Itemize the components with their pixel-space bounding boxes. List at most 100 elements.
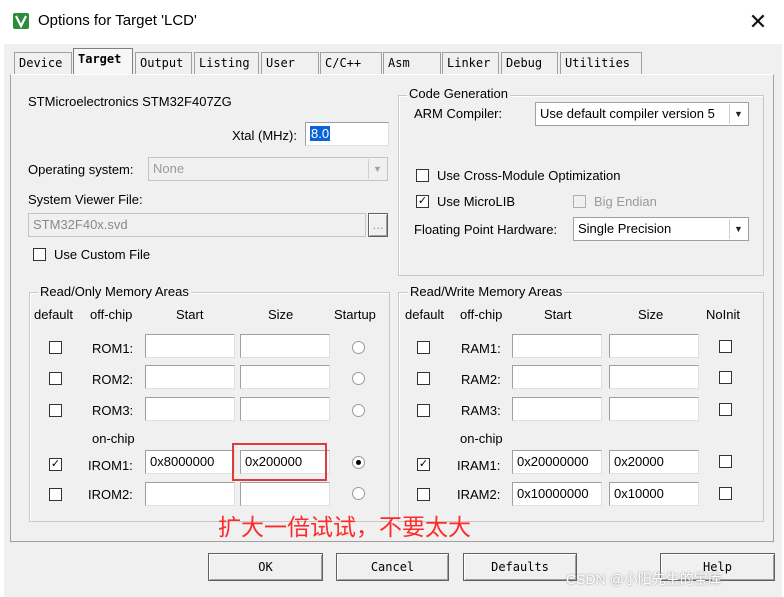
xtal-label: Xtal (MHz): xyxy=(232,128,297,143)
rom3-default-checkbox[interactable] xyxy=(49,404,62,417)
iram1-start-input[interactable]: 0x20000000 xyxy=(512,450,602,474)
ok-button[interactable]: OK xyxy=(208,553,323,581)
rom-header-start: Start xyxy=(176,307,204,322)
tab-utilities[interactable]: Utilities xyxy=(560,52,642,74)
os-select: None ▼ xyxy=(148,157,388,181)
ram3-size-input[interactable] xyxy=(609,397,699,421)
annotation-text: 扩大一倍试试，不要太大 xyxy=(218,514,471,540)
ram3-label: RAM3: xyxy=(461,403,501,418)
irom1-start-input[interactable]: 0x8000000 xyxy=(145,450,235,474)
ram1-size-input[interactable] xyxy=(609,334,699,358)
tab-debug[interactable]: Debug xyxy=(501,52,558,74)
big-endian-checkbox xyxy=(573,195,586,208)
irom1-startup-radio[interactable] xyxy=(352,456,365,469)
rom1-startup-radio[interactable] xyxy=(352,341,365,354)
tab-linker[interactable]: Linker xyxy=(442,52,499,74)
rom2-size-input[interactable] xyxy=(240,365,330,389)
rom1-default-checkbox[interactable] xyxy=(49,341,62,354)
rom3-start-input[interactable] xyxy=(145,397,235,421)
tab-user[interactable]: User xyxy=(261,52,319,74)
svd-browse-button: ... xyxy=(368,213,388,237)
ram2-size-input[interactable] xyxy=(609,365,699,389)
irom1-default-checkbox[interactable]: ✓ xyxy=(49,458,62,471)
chevron-down-icon[interactable]: ▼ xyxy=(729,219,747,239)
iram2-size-input[interactable]: 0x10000 xyxy=(609,482,699,506)
tab-cpp[interactable]: C/C++ xyxy=(320,52,382,74)
iram2-label: IRAM2: xyxy=(457,487,501,502)
ram2-default-checkbox[interactable] xyxy=(417,372,430,385)
close-icon[interactable]: ✕ xyxy=(740,6,776,38)
ram2-noinit-checkbox[interactable] xyxy=(719,371,732,384)
iram1-default-checkbox[interactable]: ✓ xyxy=(417,458,430,471)
window-title: Options for Target 'LCD' xyxy=(38,12,197,29)
ram2-start-input[interactable] xyxy=(512,365,602,389)
svd-file-field: STM32F40x.svd xyxy=(28,213,366,237)
rom-header-default: default xyxy=(34,307,74,322)
tab-listing[interactable]: Listing xyxy=(194,52,259,74)
iram2-noinit-checkbox[interactable] xyxy=(719,487,732,500)
big-endian-label: Big Endian xyxy=(594,194,657,209)
cross-module-label: Use Cross-Module Optimization xyxy=(437,168,621,183)
cancel-button[interactable]: Cancel xyxy=(336,553,449,581)
rom2-start-input[interactable] xyxy=(145,365,235,389)
os-label: Operating system: xyxy=(28,162,134,177)
ram-header-default: default xyxy=(405,307,445,322)
tab-asm[interactable]: Asm xyxy=(383,52,441,74)
rom1-size-input[interactable] xyxy=(240,334,330,358)
irom2-startup-radio[interactable] xyxy=(352,487,365,500)
ram-header-offchip: off-chip xyxy=(460,307,503,322)
ram1-default-checkbox[interactable] xyxy=(417,341,430,354)
ram1-start-input[interactable] xyxy=(512,334,602,358)
keil-uvision-icon xyxy=(13,13,29,29)
iram1-label: IRAM1: xyxy=(457,458,501,473)
ram-onchip-label: on-chip xyxy=(460,431,503,446)
iram1-noinit-checkbox[interactable] xyxy=(719,455,732,468)
chevron-down-icon: ▼ xyxy=(368,159,386,179)
rom2-label: ROM2: xyxy=(92,372,134,387)
rom3-startup-radio[interactable] xyxy=(352,404,365,417)
fpu-label: Floating Point Hardware: xyxy=(414,222,558,237)
microlib-label: Use MicroLIB xyxy=(437,194,516,209)
rom2-startup-radio[interactable] xyxy=(352,372,365,385)
xtal-input[interactable]: 8.0 xyxy=(305,122,389,146)
svd-label: System Viewer File: xyxy=(28,192,143,207)
chevron-down-icon[interactable]: ▼ xyxy=(729,104,747,124)
ram-header-size: Size xyxy=(638,307,664,322)
rom3-size-input[interactable] xyxy=(240,397,330,421)
irom2-label: IROM2: xyxy=(88,487,133,502)
rom-onchip-label: on-chip xyxy=(92,431,135,446)
rom2-default-checkbox[interactable] xyxy=(49,372,62,385)
cross-module-checkbox[interactable] xyxy=(416,169,429,182)
tab-output[interactable]: Output xyxy=(135,52,192,74)
use-custom-file-checkbox[interactable] xyxy=(33,248,46,261)
irom1-label: IROM1: xyxy=(88,458,133,473)
ram1-noinit-checkbox[interactable] xyxy=(719,340,732,353)
code-generation-title: Code Generation xyxy=(407,86,511,101)
ram-header-noinit: NoInit xyxy=(706,307,740,322)
rom-areas-title: Read/Only Memory Areas xyxy=(38,284,191,299)
rom-header-startup: Startup xyxy=(334,307,376,322)
iram2-default-checkbox[interactable] xyxy=(417,488,430,501)
ram3-noinit-checkbox[interactable] xyxy=(719,403,732,416)
fpu-value: Single Precision xyxy=(578,221,672,236)
iram2-start-input[interactable]: 0x10000000 xyxy=(512,482,602,506)
fpu-select[interactable]: Single Precision ▼ xyxy=(573,217,749,241)
ram1-label: RAM1: xyxy=(461,341,501,356)
tab-target[interactable]: Target xyxy=(73,48,133,74)
rom1-start-input[interactable] xyxy=(145,334,235,358)
rom-header-size: Size xyxy=(268,307,294,322)
tab-device[interactable]: Device xyxy=(14,52,72,74)
ram-areas-title: Read/Write Memory Areas xyxy=(408,284,565,299)
ram3-default-checkbox[interactable] xyxy=(417,404,430,417)
defaults-button[interactable]: Defaults xyxy=(463,553,577,581)
irom2-default-checkbox[interactable] xyxy=(49,488,62,501)
watermark-text: CSDN @小阳先生的宝库 xyxy=(566,571,722,587)
irom2-size-input[interactable] xyxy=(240,482,330,506)
irom2-start-input[interactable] xyxy=(145,482,235,506)
microlib-checkbox[interactable]: ✓ xyxy=(416,195,429,208)
ram3-start-input[interactable] xyxy=(512,397,602,421)
arm-compiler-value: Use default compiler version 5 xyxy=(540,106,715,121)
iram1-size-input[interactable]: 0x20000 xyxy=(609,450,699,474)
use-custom-file-label: Use Custom File xyxy=(54,247,151,262)
arm-compiler-select[interactable]: Use default compiler version 5 ▼ xyxy=(535,102,749,126)
